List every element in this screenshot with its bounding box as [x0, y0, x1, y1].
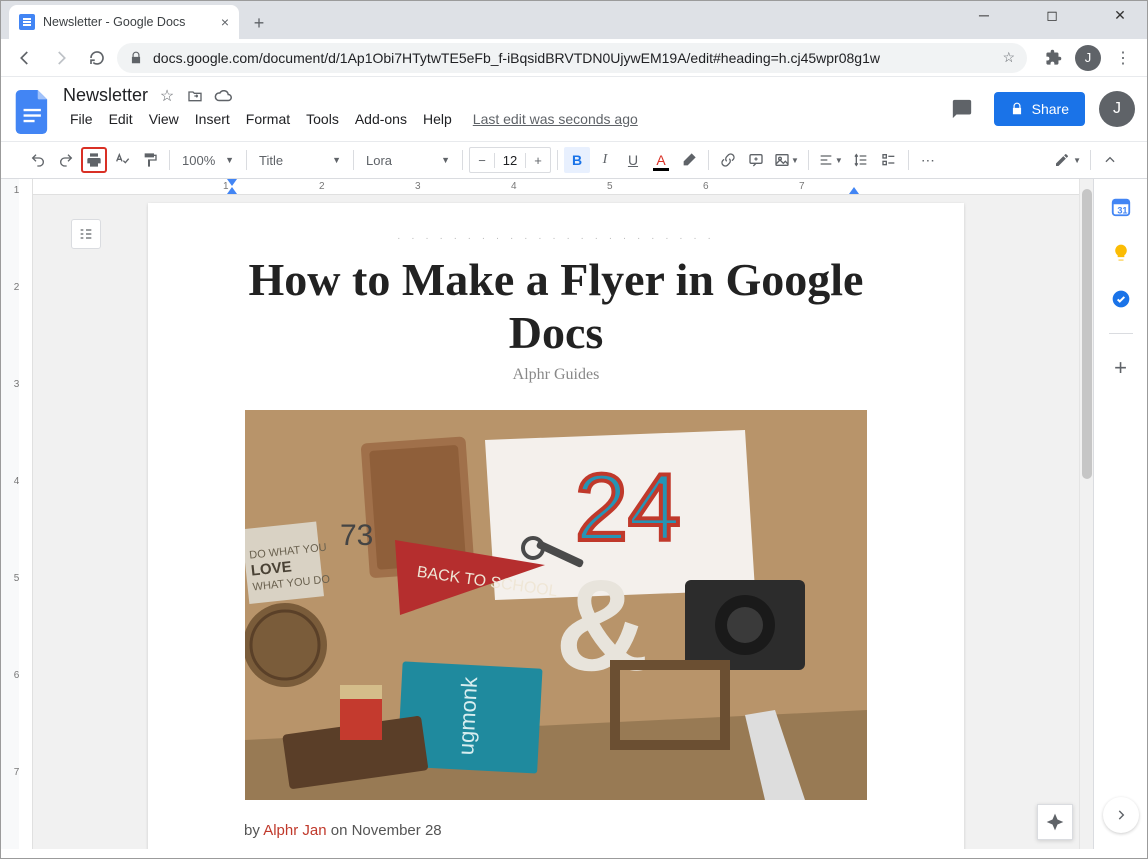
line-spacing-button[interactable]: [848, 147, 874, 173]
document-canvas[interactable]: · · · · · · · · · · · · · · · · · · · · …: [33, 195, 1079, 849]
editing-mode-button[interactable]: ▼: [1051, 147, 1084, 173]
menu-insert[interactable]: Insert: [188, 108, 237, 130]
extensions-button[interactable]: [1037, 42, 1069, 74]
menu-tools[interactable]: Tools: [299, 108, 346, 130]
vertical-ruler[interactable]: 1 2 3 4 5 6 7: [1, 179, 33, 849]
document-heading[interactable]: How to Make a Flyer in Google Docs: [244, 254, 868, 360]
move-document-icon[interactable]: [186, 87, 204, 105]
insert-link-button[interactable]: [715, 147, 741, 173]
bold-button[interactable]: B: [564, 147, 590, 173]
menu-help[interactable]: Help: [416, 108, 459, 130]
account-avatar[interactable]: J: [1099, 91, 1135, 127]
zoom-select[interactable]: 100%▼: [176, 147, 240, 173]
document-byline[interactable]: by Alphr Jan on November 28: [244, 822, 868, 840]
align-button[interactable]: ▼: [815, 147, 846, 173]
paragraph-style-select[interactable]: Title▼: [253, 147, 347, 173]
bookmark-star-icon[interactable]: ☆: [1002, 49, 1015, 66]
divider-dots: · · · · · · · · · · · · · · · · · · · · …: [244, 233, 868, 244]
cloud-status-icon[interactable]: [214, 87, 232, 105]
font-family-select[interactable]: Lora▼: [360, 147, 456, 173]
checklist-button[interactable]: [876, 147, 902, 173]
svg-text:&: &: [555, 552, 649, 698]
new-tab-button[interactable]: +: [245, 9, 273, 37]
highlight-color-button[interactable]: [676, 147, 702, 173]
extensions-area: J ⋮: [1031, 42, 1139, 74]
star-document-icon[interactable]: ☆: [158, 87, 176, 105]
scrollbar-thumb[interactable]: [1082, 189, 1092, 479]
comment-history-button[interactable]: [944, 91, 980, 127]
italic-button[interactable]: I: [592, 147, 618, 173]
document-subtitle[interactable]: Alphr Guides: [244, 366, 868, 384]
undo-button[interactable]: [25, 147, 51, 173]
back-button[interactable]: [9, 42, 41, 74]
workspace: 1 2 3 4 5 6 7 1 2 3 4 5 6 7 · · · · · · …: [1, 179, 1147, 849]
window-controls: ─ ◻ ✕: [965, 7, 1139, 24]
browser-toolbar: docs.google.com/document/d/1Ap1Obi7HTytw…: [1, 39, 1147, 77]
tab-title: Newsletter - Google Docs: [43, 15, 185, 29]
formatting-toolbar: 100%▼ Title▼ Lora▼ − 12 + B I U A ▼ ▼ ⋯ …: [1, 141, 1147, 179]
font-size-value[interactable]: 12: [494, 153, 526, 168]
add-comment-button[interactable]: [743, 147, 769, 173]
more-button[interactable]: ⋯: [915, 147, 941, 173]
vertical-scrollbar[interactable]: [1079, 179, 1093, 849]
paint-format-button[interactable]: [137, 147, 163, 173]
menu-format[interactable]: Format: [239, 108, 297, 130]
explore-button[interactable]: [1037, 804, 1073, 840]
maximize-button[interactable]: ◻: [1033, 7, 1071, 24]
url-text: docs.google.com/document/d/1Ap1Obi7HTytw…: [153, 50, 880, 66]
chrome-menu-button[interactable]: ⋮: [1107, 42, 1139, 74]
svg-text:24: 24: [575, 455, 681, 561]
docs-favicon-icon: [19, 14, 35, 30]
docs-menu-bar: File Edit View Insert Format Tools Add-o…: [63, 108, 944, 130]
document-page[interactable]: · · · · · · · · · · · · · · · · · · · · …: [148, 203, 964, 849]
font-size-decrease[interactable]: −: [470, 153, 494, 168]
underline-button[interactable]: U: [620, 147, 646, 173]
show-outline-button[interactable]: [71, 219, 101, 249]
docs-header: Newsletter ☆ File Edit View Insert Forma…: [1, 77, 1147, 141]
minimize-button[interactable]: ─: [965, 7, 1003, 24]
calendar-icon[interactable]: 31: [1109, 195, 1133, 219]
document-title[interactable]: Newsletter: [63, 85, 148, 106]
insert-image-button[interactable]: ▼: [771, 147, 802, 173]
address-bar[interactable]: docs.google.com/document/d/1Ap1Obi7HTytw…: [117, 43, 1027, 73]
hide-side-panel-button[interactable]: [1103, 797, 1139, 833]
print-button[interactable]: [81, 147, 107, 173]
share-button[interactable]: Share: [994, 92, 1085, 126]
redo-button[interactable]: [53, 147, 79, 173]
menu-file[interactable]: File: [63, 108, 100, 130]
tasks-icon[interactable]: [1109, 287, 1133, 311]
horizontal-ruler[interactable]: 1 2 3 4 5 6 7: [33, 179, 1079, 195]
close-window-button[interactable]: ✕: [1101, 7, 1139, 24]
font-size-increase[interactable]: +: [526, 153, 550, 168]
forward-button[interactable]: [45, 42, 77, 74]
svg-text:ugmonk: ugmonk: [453, 675, 482, 755]
text-color-button[interactable]: A: [648, 147, 674, 173]
add-addon-icon[interactable]: +: [1109, 356, 1133, 380]
browser-tab[interactable]: Newsletter - Google Docs ×: [9, 5, 239, 39]
document-image[interactable]: 24 & BACK TO SCHOOL ugmonk: [245, 410, 867, 800]
svg-text:73: 73: [340, 519, 373, 552]
side-panel: 31 +: [1093, 179, 1147, 849]
menu-addons[interactable]: Add-ons: [348, 108, 414, 130]
share-button-label: Share: [1032, 101, 1069, 117]
hide-menus-button[interactable]: [1097, 147, 1123, 173]
svg-text:31: 31: [1117, 205, 1127, 215]
lock-icon: [129, 51, 143, 65]
close-tab-button[interactable]: ×: [221, 14, 229, 30]
spellcheck-button[interactable]: [109, 147, 135, 173]
font-size-control: − 12 +: [469, 147, 551, 173]
right-indent-icon[interactable]: [849, 187, 859, 194]
menu-edit[interactable]: Edit: [102, 108, 140, 130]
browser-profile-avatar[interactable]: J: [1075, 45, 1101, 71]
menu-view[interactable]: View: [142, 108, 186, 130]
last-edit-link[interactable]: Last edit was seconds ago: [473, 108, 638, 130]
docs-logo-icon[interactable]: [13, 87, 53, 137]
keep-icon[interactable]: [1109, 241, 1133, 265]
reload-button[interactable]: [81, 42, 113, 74]
